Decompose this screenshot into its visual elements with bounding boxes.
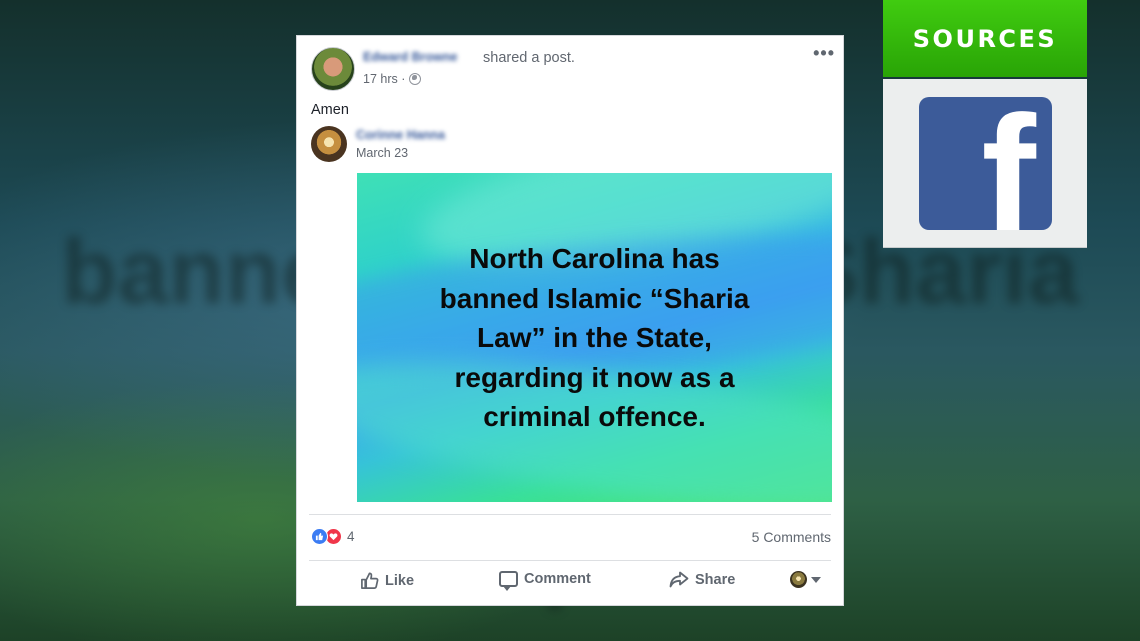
shared-post-text: shared a post. [483, 50, 575, 66]
share-icon [669, 571, 689, 588]
like-button[interactable]: Like [360, 571, 414, 590]
like-label: Like [385, 572, 415, 589]
share-label: Share [695, 571, 736, 588]
sources-label: SOURCES [912, 24, 1058, 53]
divider [309, 514, 831, 515]
user-avatar [790, 571, 807, 588]
facebook-post-card: Edward Browne shared a post. 17 hrs · ••… [296, 35, 844, 606]
image-caption-line: regarding it now as a [454, 361, 735, 393]
reaction-count: 4 [347, 529, 355, 544]
facebook-logo-icon: f [919, 97, 1052, 230]
audience-selector[interactable] [790, 571, 821, 588]
comment-button[interactable]: Comment [499, 571, 591, 591]
post-link[interactable]: post. [543, 50, 574, 66]
original-author-avatar[interactable] [311, 126, 347, 162]
sources-banner: SOURCES [883, 0, 1087, 77]
post-time[interactable]: 17 hrs · [363, 72, 405, 86]
post-text: Amen [311, 102, 349, 118]
sharer-name[interactable]: Edward Browne [363, 50, 457, 64]
comment-count[interactable]: 5 Comments [752, 529, 831, 545]
shared-verb: shared a [483, 50, 540, 66]
comment-label: Comment [524, 571, 591, 587]
image-caption-line: Law” in the State, [477, 322, 712, 353]
image-caption-line: criminal offence. [483, 401, 706, 432]
image-caption: North Carolina has banned Islamic “Shari… [357, 239, 832, 437]
original-post-date[interactable]: March 23 [356, 146, 408, 160]
comment-icon [499, 571, 518, 591]
globe-icon [409, 73, 422, 85]
divider [309, 560, 831, 561]
thumbs-up-icon [360, 571, 379, 590]
more-options-icon[interactable]: ••• [813, 44, 835, 62]
reactions-summary[interactable]: 4 [311, 528, 355, 545]
post-meta: 17 hrs · [363, 72, 422, 86]
original-author-name[interactable]: Corinne Hanna [356, 128, 445, 142]
share-button[interactable]: Share [669, 571, 735, 588]
image-caption-line: banned Islamic “Sharia [439, 282, 750, 314]
post-image[interactable]: North Carolina has banned Islamic “Shari… [357, 173, 832, 502]
facebook-logo-letter: f [981, 97, 1036, 230]
source-logo-panel: f [883, 79, 1087, 248]
image-caption-line: North Carolina has [469, 243, 720, 274]
like-reaction-icon [311, 528, 328, 545]
sharer-avatar[interactable] [311, 47, 355, 91]
chevron-down-icon [811, 576, 821, 583]
